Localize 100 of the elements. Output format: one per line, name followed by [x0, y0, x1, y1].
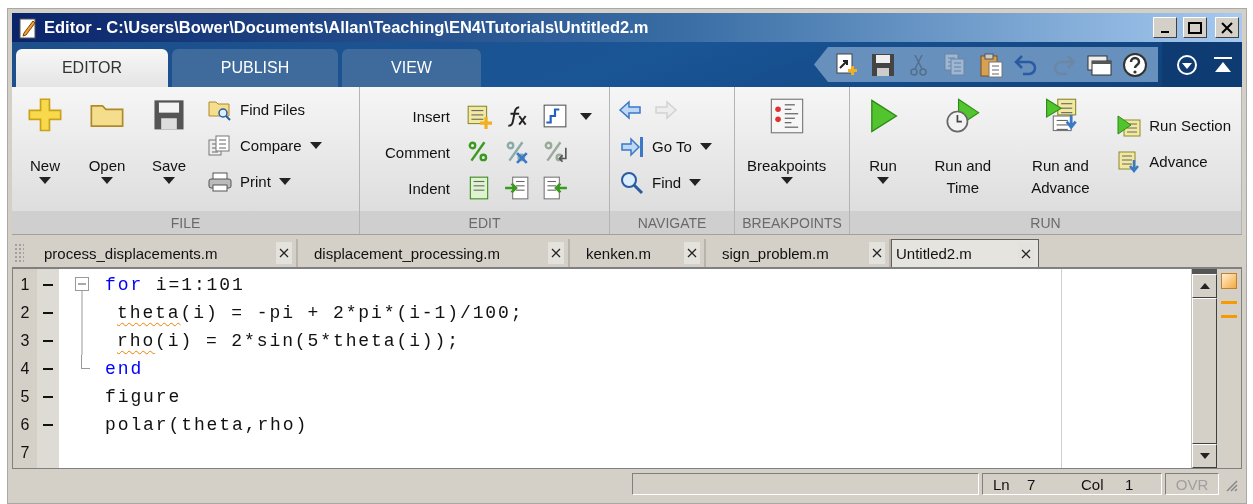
line-number: 1	[19, 276, 31, 294]
line-number: 5	[19, 388, 31, 406]
minimize-button[interactable]	[1153, 17, 1177, 38]
ribbon-button[interactable]: Print	[206, 167, 324, 196]
ribbon-button[interactable]: Find	[618, 168, 714, 197]
maximize-button[interactable]	[1183, 17, 1207, 38]
line-number: 6	[19, 416, 31, 434]
line-value: 7	[1027, 475, 1037, 493]
code-line: polar(theta,rho)	[105, 415, 309, 435]
edit-row-label: Comment	[383, 143, 450, 161]
toolbar-button[interactable]	[542, 103, 568, 129]
ribbon-button[interactable]: Run Section	[1115, 111, 1233, 140]
close-icon[interactable]	[869, 242, 885, 264]
advance-icon	[1117, 149, 1142, 174]
line-number: 3	[19, 332, 31, 350]
ribbon-button[interactable]: Advance	[1115, 147, 1233, 176]
scroll-up-button[interactable]	[1192, 274, 1217, 298]
ribbon-button[interactable]: New	[20, 93, 70, 184]
ribbon-button[interactable]: Breakpoints	[743, 93, 831, 184]
close-icon[interactable]	[276, 242, 292, 264]
code-line: end	[105, 359, 144, 379]
line-number: 4	[19, 360, 31, 378]
save-icon	[870, 51, 896, 78]
drag-handle[interactable]	[14, 243, 24, 263]
code-line: rho(i) = 2*sin(5*theta(i));	[117, 331, 460, 351]
toolbar-button[interactable]	[870, 51, 896, 78]
caret-icon	[101, 177, 113, 184]
ribbon-button[interactable]: Find Files	[206, 95, 324, 124]
group-title: FILE	[12, 211, 359, 234]
search-icon	[620, 170, 644, 195]
scroll-down-button[interactable]	[1192, 444, 1217, 468]
ribbon-tab[interactable]: EDITOR	[16, 49, 168, 87]
ribbon-tab[interactable]: VIEW	[342, 49, 481, 87]
breakpoint-marker[interactable]	[43, 340, 53, 342]
uncomment-icon	[504, 139, 530, 165]
printer-icon	[208, 169, 232, 194]
help-icon	[1122, 51, 1148, 78]
group-title: EDIT	[360, 211, 609, 234]
ribbon-button[interactable]: Run	[858, 93, 908, 184]
close-button[interactable]	[1215, 17, 1239, 38]
increase-indent-icon	[504, 175, 530, 201]
scrollbar-thumb[interactable]	[1192, 298, 1217, 444]
code-line: for i=1:101	[105, 275, 245, 295]
ribbon-button[interactable]: Run and Time	[920, 93, 1006, 199]
toolbar-button[interactable]	[1122, 51, 1148, 78]
breakpoint-marker[interactable]	[43, 396, 53, 398]
caret-icon	[163, 177, 175, 184]
ribbon-button[interactable]: Save	[144, 93, 194, 184]
edit-row-label: Indent	[407, 179, 450, 197]
edit-row-label: Insert	[411, 107, 450, 125]
file-tab[interactable]: Untitled2.m	[891, 239, 1039, 267]
forward-arrow-icon	[654, 98, 678, 122]
paste-icon	[978, 51, 1004, 78]
group-title: NAVIGATE	[610, 211, 734, 234]
caret-icon	[309, 142, 322, 149]
caret-icon	[39, 177, 51, 184]
window-title: Editor - C:\Users\Bower\Documents\Allan\Teaching\EN4\Tutorials\Untitled2.m	[44, 18, 650, 37]
compare-documents-icon	[208, 133, 232, 158]
breakpoint-marker[interactable]	[43, 424, 53, 426]
down-arrow-icon	[1199, 453, 1210, 459]
toolbar-button[interactable]	[542, 139, 568, 165]
close-icon[interactable]	[684, 242, 700, 264]
run-section-icon	[1117, 113, 1142, 138]
status-label: Col	[1081, 475, 1105, 493]
maximize-icon	[1188, 21, 1202, 34]
ribbon-button[interactable]: Run and Advance	[1017, 93, 1104, 199]
back-button[interactable]	[618, 98, 642, 122]
ribbon-tab[interactable]: PUBLISH	[172, 49, 338, 87]
copy-icon	[942, 51, 968, 78]
up-arrow-icon	[1199, 283, 1210, 289]
close-icon[interactable]	[548, 242, 564, 264]
group-title: BREAKPOINTS	[735, 211, 849, 234]
wrap-comment-icon	[542, 139, 568, 165]
breakpoint-marker[interactable]	[43, 368, 53, 370]
breakpoint-marker[interactable]	[43, 312, 53, 314]
vertical-scrollbar[interactable]	[1191, 269, 1217, 468]
close-icon	[1221, 21, 1233, 34]
new-shortcut-icon	[834, 51, 860, 78]
ribbon-button[interactable]: Compare	[206, 131, 324, 160]
decrease-indent-icon	[542, 175, 568, 201]
warning-indicator[interactable]	[1221, 273, 1237, 289]
line-number: 7	[19, 444, 31, 462]
circle-down-icon[interactable]	[1176, 53, 1198, 76]
ribbon-button[interactable]: Go To	[618, 132, 714, 161]
caret-icon	[780, 177, 793, 184]
dropdown-button[interactable]	[580, 112, 592, 120]
code-line: figure	[105, 387, 182, 407]
caret-icon	[699, 143, 712, 150]
line-number: 2	[19, 304, 31, 322]
scrollbar-header	[1192, 269, 1217, 274]
warning-marker[interactable]	[1221, 315, 1237, 318]
warning-marker[interactable]	[1221, 301, 1237, 304]
breakpoint-marker[interactable]	[43, 284, 53, 286]
step-function-icon	[542, 103, 568, 129]
editor-document-icon	[18, 16, 38, 39]
ribbon-button[interactable]: Open	[82, 93, 132, 184]
fold-end-line	[81, 355, 90, 369]
minimize-icon	[1161, 31, 1169, 33]
back-arrow-icon	[618, 98, 642, 122]
toolbar-button[interactable]	[834, 51, 860, 78]
